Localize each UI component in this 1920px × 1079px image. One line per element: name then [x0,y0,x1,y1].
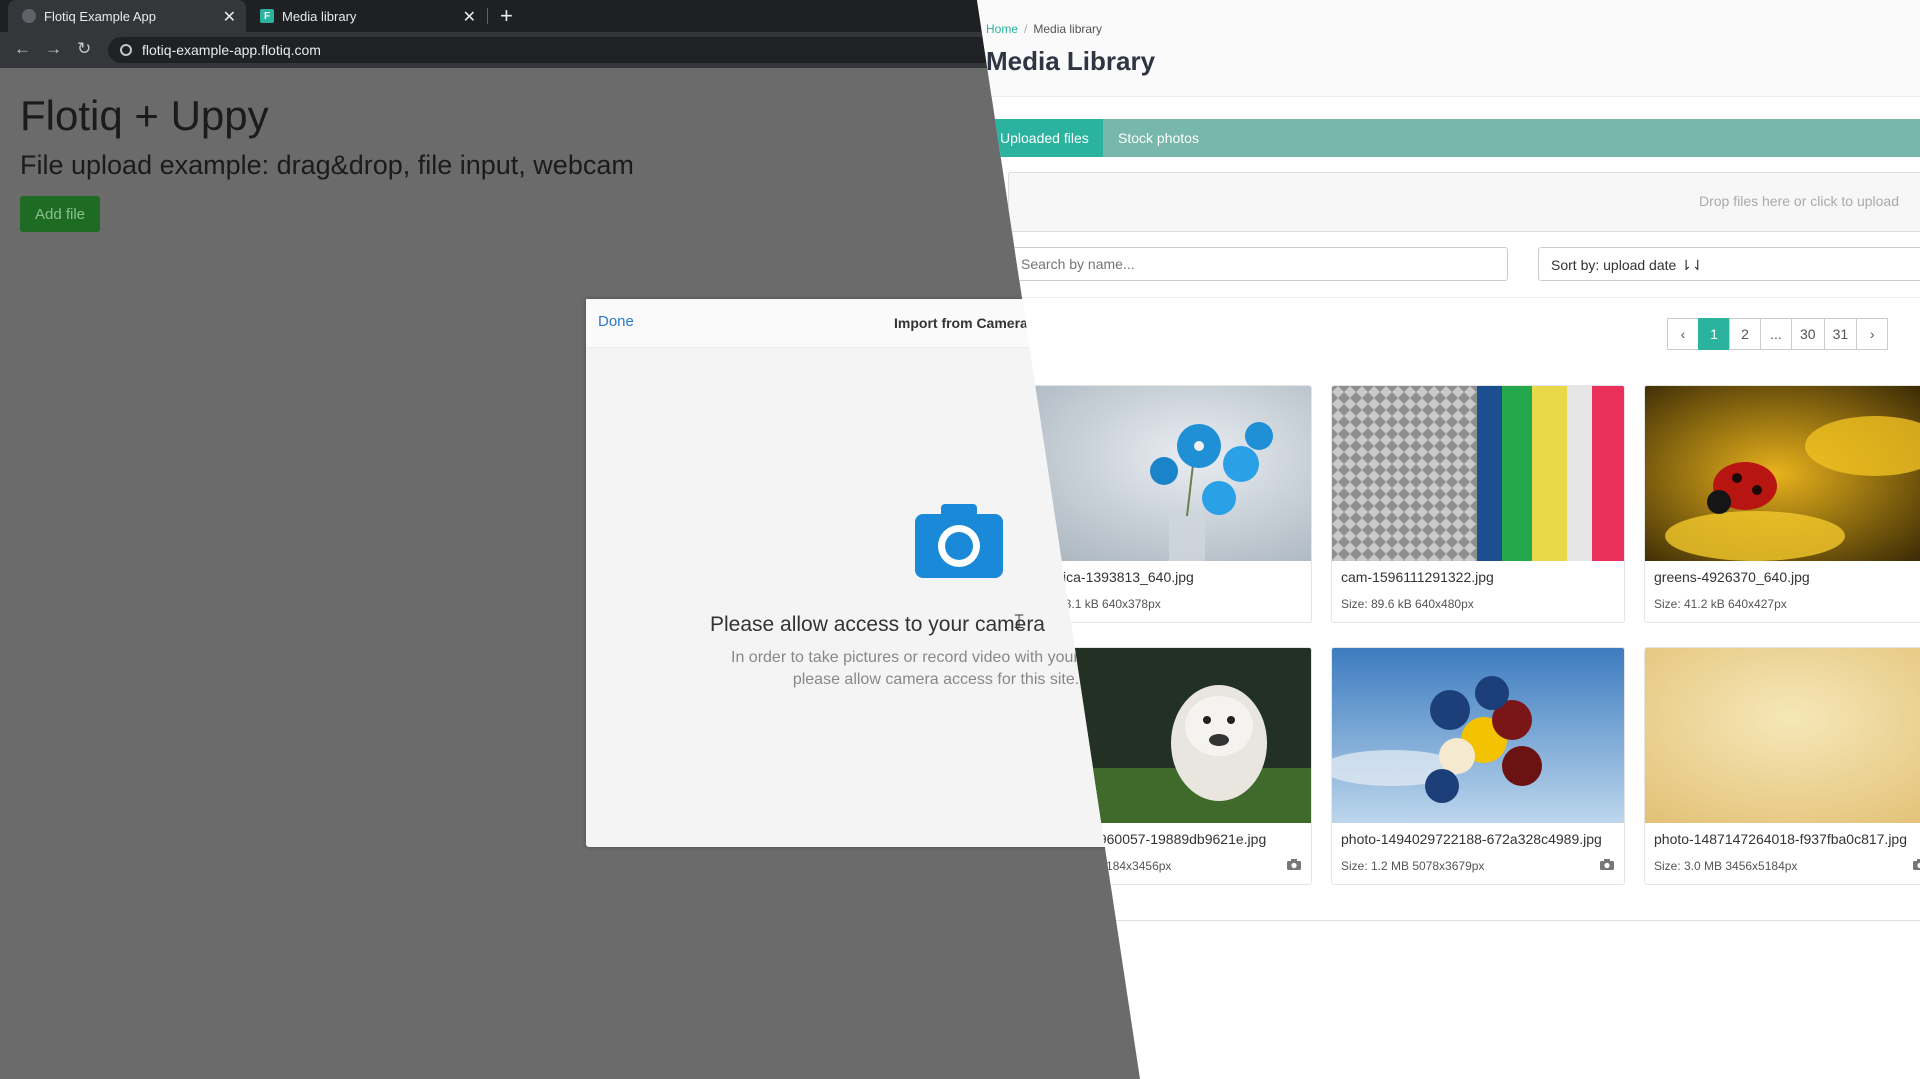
text-cursor-icon: 𝙸 [1012,611,1027,633]
thumbnail-image [1645,386,1920,561]
tab-flotiq-example-app[interactable]: Flotiq Example App ✕ [8,0,246,32]
thumbnail-image [1332,648,1624,823]
file-name: photo-1494029722188-672a328c4989.jpg [1341,831,1602,847]
breadcrumb: Home / Media library [986,22,1103,36]
url-field[interactable]: flotiq-example-app.flotiq.com [108,37,1108,63]
camera-icon [1913,859,1920,870]
search-input[interactable] [1010,247,1508,281]
camera-icon [915,504,1003,578]
forward-arrow-icon[interactable]: → [45,39,62,59]
tab-uploaded-files[interactable]: Uploaded files [986,119,1103,157]
breadcrumb-home[interactable]: Home [986,22,1018,36]
done-button[interactable]: Done [598,313,634,330]
file-name: greens-4926370_640.jpg [1654,569,1810,585]
divider [977,920,1920,921]
tab-separator [487,8,488,24]
file-meta: Size: 1.2 MB 5078x3679px [1341,859,1485,873]
page-button[interactable]: 31 [1823,318,1858,350]
thumbnail-image [1645,648,1920,823]
sort-select[interactable]: Sort by: upload date ⇂⇃ [1538,247,1920,281]
globe-icon [22,9,36,23]
file-meta: Size: 41.2 kB 640x427px [1654,597,1787,611]
tab-media-library[interactable]: F Media library ✕ [246,0,486,32]
file-name: photo-1487147264018-f937fba0c817.jpg [1654,831,1908,847]
camera-icon [1287,859,1301,870]
next-page-button[interactable]: › [1856,318,1889,350]
back-arrow-icon[interactable]: ← [14,39,31,59]
tab-stock-photos[interactable]: Stock photos [1104,119,1213,157]
modal-title: Import from Camera [894,315,1028,331]
media-card[interactable]: cam-1596111291322.jpg Size: 89.6 kB 640x… [1331,385,1625,623]
page-button[interactable]: 1 [1698,318,1730,350]
close-icon[interactable]: ✕ [463,7,476,27]
file-meta: Size: 3.0 MB 3456x5184px [1654,859,1798,873]
tab-title: Media library [282,8,357,24]
tab-title: Flotiq Example App [44,8,157,24]
thumbnail-image [1332,386,1624,561]
page-title: Media Library [986,46,1156,76]
flotiq-logo-icon: F [260,9,274,23]
prev-page-button[interactable]: ‹ [1667,318,1699,350]
media-card[interactable]: greens-4926370_640.jpg Size: 41.2 kB 640… [1644,385,1920,623]
page-title: Flotiq + Uppy [20,92,269,139]
breadcrumb-current: Media library [1033,22,1103,36]
page-button[interactable]: 30 [1791,318,1825,350]
camera-icon [1600,859,1614,870]
page-subtitle: File upload example: drag&drop, file inp… [20,150,634,180]
dropzone-text: Drop files here or click to upload [1699,193,1899,209]
media-tabs: Uploaded files Stock photos [986,119,1920,157]
pagination: ‹ 1 2 ... 30 31 › [1667,318,1889,352]
upload-dropzone[interactable]: Drop files here or click to upload [1008,172,1920,232]
thumbnail-image [1019,386,1311,561]
site-info-icon[interactable] [120,44,132,56]
url-text: flotiq-example-app.flotiq.com [142,42,321,58]
media-card[interactable]: photo-1494029722188-672a328c4989.jpg Siz… [1331,647,1625,885]
file-name: cam-1596111291322.jpg [1341,569,1494,585]
media-card[interactable]: photo-1487147264018-f937fba0c817.jpg Siz… [1644,647,1920,885]
close-icon[interactable]: ✕ [223,7,236,27]
new-tab-button[interactable]: + [500,3,513,29]
add-file-button[interactable]: Add file [20,196,100,232]
divider [977,297,1920,298]
page-ellipsis: ... [1760,318,1792,350]
file-meta: Size: 89.6 kB 640x480px [1341,597,1474,611]
page-button[interactable]: 2 [1729,318,1761,350]
reload-icon[interactable]: ↻ [77,39,91,59]
